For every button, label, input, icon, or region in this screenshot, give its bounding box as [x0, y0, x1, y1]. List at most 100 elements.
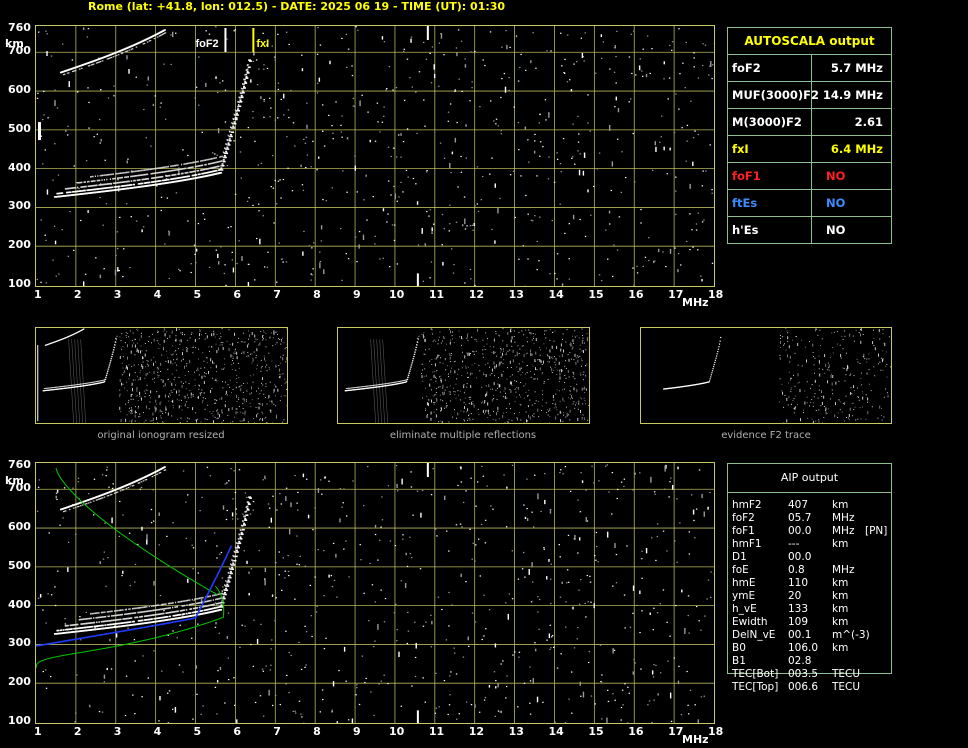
autoscala-row-key: MUF(3000)F2	[728, 82, 819, 108]
aip-row-unit: TECU	[832, 668, 861, 680]
aip-row-flag: [PN]	[865, 525, 888, 537]
bot-x-tick: 1	[34, 725, 42, 738]
aip-row: TEC[Bot] 003.5 TECU	[732, 668, 968, 681]
bot-y-tick: 400	[8, 597, 31, 611]
aip-row-unit: km	[832, 577, 849, 589]
thumb-evidence-f2	[640, 327, 892, 424]
aip-row: foE 0.8 MHz	[732, 564, 968, 577]
thumb-f2-trace	[37, 328, 118, 422]
thumb-grid	[370, 339, 388, 423]
top-y-tick: 700	[8, 44, 31, 58]
aip-row-value: 006.6	[788, 681, 819, 693]
autoscala-row-value: 6.4 MHz	[830, 142, 883, 156]
aip-row-key: h_vE	[732, 603, 757, 615]
aip-row-key: ymE	[732, 590, 756, 602]
aip-row-unit: km	[832, 642, 849, 654]
aip-row-key: foE	[732, 564, 749, 576]
bot-x-tick: 4	[153, 725, 162, 738]
top-x-tick: 9	[353, 288, 361, 301]
bot-x-tick: 7	[273, 725, 281, 738]
top-x-tick: 7	[273, 288, 281, 301]
grid-lines	[36, 26, 714, 286]
autoscala-row-value: 2.61	[854, 115, 883, 129]
top-x-unit: MHz	[682, 296, 709, 309]
autoscala-row: h'Es NO	[728, 217, 891, 243]
top-y-tick: 600	[8, 83, 31, 97]
aip-row-unit: km	[832, 603, 849, 615]
thumb-original-caption: original ionogram resized	[97, 430, 225, 441]
aip-row-value: 133	[788, 603, 809, 615]
top-x-tick: 12	[468, 288, 485, 301]
aip-row-unit: MHz	[832, 564, 855, 576]
autoscala-row: M(3000)F2 2.61	[728, 109, 891, 136]
top-x-tick: 1	[34, 288, 42, 301]
top-x-tick: 4	[153, 288, 162, 301]
aip-row: B1 02.8	[732, 655, 968, 668]
aip-row: TEC[Top] 006.6 TECU	[732, 681, 968, 694]
aip-row-value: 00.1	[788, 629, 812, 641]
aip-row: ymE 20 km	[732, 590, 968, 603]
autoscala-row-key: foF1	[728, 163, 812, 189]
top-x-tick: 13	[508, 288, 524, 301]
thumb-evidence-plot	[663, 328, 891, 423]
aip-row-key: foF2	[732, 512, 755, 524]
aip-row-key: TEC[Bot]	[732, 668, 779, 680]
bot-x-tick: 16	[628, 725, 644, 738]
aip-row-key: DelN_vE	[732, 629, 776, 641]
top-y-tick: 100	[8, 277, 31, 290]
top-x-tick: 2	[73, 288, 82, 301]
aip-row-value: 02.8	[788, 655, 812, 667]
aip-row-key: TEC[Top]	[732, 681, 779, 693]
bot-y-tick: 700	[8, 481, 31, 495]
top-x-tick: 18	[708, 288, 724, 301]
bot-x-tick: 3	[113, 725, 122, 738]
thumb-eliminate-reflections	[337, 327, 590, 424]
autoscala-row: MUF(3000)F2 14.9 MHz	[728, 82, 891, 109]
top-y-tick: 760	[8, 21, 31, 34]
top-x-tick: 11	[428, 288, 445, 301]
f2-trace	[53, 59, 252, 198]
ionogram-main-plot: foF2 fxI	[36, 26, 714, 286]
autoscala-row-value: NO	[826, 169, 846, 183]
aip-row-key: Ewidth	[732, 616, 768, 628]
aip-row-key: foF1	[732, 525, 755, 537]
fxi-marker-label: fxI	[256, 38, 269, 50]
top-y-tick: 500	[8, 121, 31, 135]
aip-row: foF2 05.7 MHz	[732, 512, 968, 525]
bot-x-tick: 10	[388, 725, 405, 738]
thumb-noise	[421, 328, 589, 423]
aip-row-value: 109	[788, 616, 809, 628]
fof2-marker-label: foF2	[195, 38, 218, 50]
top-x-tick: 14	[548, 288, 564, 301]
bot-y-tick: 300	[8, 636, 31, 650]
aip-row-key: hmF1	[732, 538, 762, 550]
station-header: Rome (lat: +41.8, lon: 012.5) - DATE: 20…	[88, 0, 506, 13]
top-y-tick: 400	[8, 160, 31, 174]
bot-x-tick: 11	[428, 725, 445, 738]
aip-row-value: 106.0	[788, 642, 819, 654]
autoscala-row: foF1 NO	[728, 163, 891, 190]
aip-row: h_vE 133 km	[732, 603, 968, 616]
top-x-tick: 17	[668, 288, 684, 301]
bot-x-tick: 15	[588, 725, 604, 738]
aip-row-value: 110	[788, 577, 809, 589]
bot-x-tick: 18	[708, 725, 724, 738]
bot-x-tick: 13	[508, 725, 524, 738]
aip-row-key: hmF2	[732, 499, 762, 511]
bottom-x-unit: MHz	[682, 733, 709, 746]
ionogram-aip	[35, 462, 715, 724]
top-x-tick: 3	[113, 288, 122, 301]
aip-row-key: B0	[732, 642, 746, 654]
bot-y-tick: 100	[8, 714, 31, 727]
noise-echoes	[36, 26, 217, 286]
aip-row: D1 00.0	[732, 551, 968, 564]
aip-row-value: 0.8	[788, 564, 805, 576]
bot-x-tick: 14	[548, 725, 564, 738]
aip-virtual-height-curve	[36, 545, 233, 647]
aip-row: foF1 00.0 MHz [PN]	[732, 525, 968, 538]
aip-row-value: 407	[788, 499, 809, 511]
autoscala-row-key: M(3000)F2	[728, 109, 812, 135]
thumb-eliminate-plot	[344, 328, 589, 423]
bot-y-tick: 500	[8, 558, 31, 572]
aip-title: AIP output	[728, 464, 891, 493]
